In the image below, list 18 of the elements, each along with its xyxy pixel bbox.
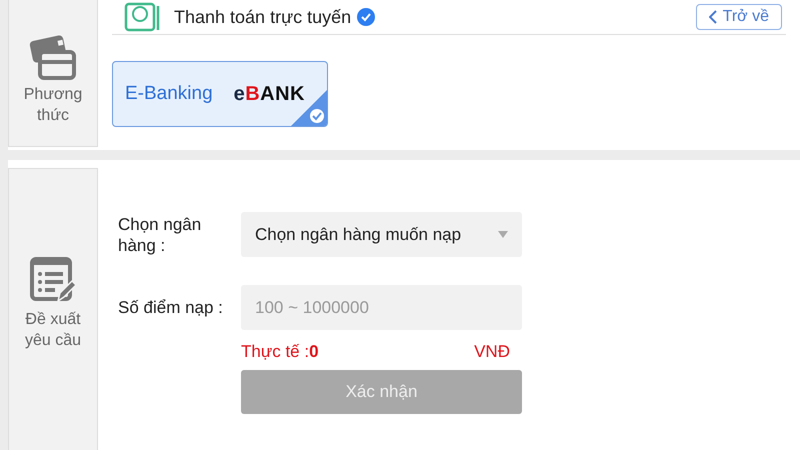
- bank-logo: eBANK: [234, 82, 305, 106]
- cards-icon: [28, 34, 78, 80]
- field-label: Số điểm nạp :: [118, 297, 224, 318]
- caret-icon: [498, 231, 508, 238]
- sidebar-label: Đề xuất yêu cầu: [24, 310, 82, 351]
- back-button[interactable]: Trở về: [696, 4, 782, 30]
- currency-label: VNĐ: [474, 342, 510, 362]
- chevron-left-icon: [708, 10, 717, 24]
- sidebar-tab[interactable]: Phương thức: [8, 0, 98, 147]
- sidebar-label: Phương thức: [22, 85, 84, 126]
- payment-method-card[interactable]: E-Banking eBANK: [112, 61, 328, 127]
- check-badge-icon: [357, 8, 376, 26]
- actual-amount: Thực tế :0: [241, 342, 319, 362]
- sidebar-tab[interactable]: Đề xuất yêu cầu: [8, 168, 98, 450]
- bank-dropdown[interactable]: Chọn ngân hàng muốn nạp: [241, 212, 522, 257]
- section-title: Thanh toán trực tuyến: [174, 6, 352, 28]
- amount-input[interactable]: 100 ~ 1000000: [241, 285, 522, 330]
- field-label: Chọn ngân hàng :: [118, 214, 202, 256]
